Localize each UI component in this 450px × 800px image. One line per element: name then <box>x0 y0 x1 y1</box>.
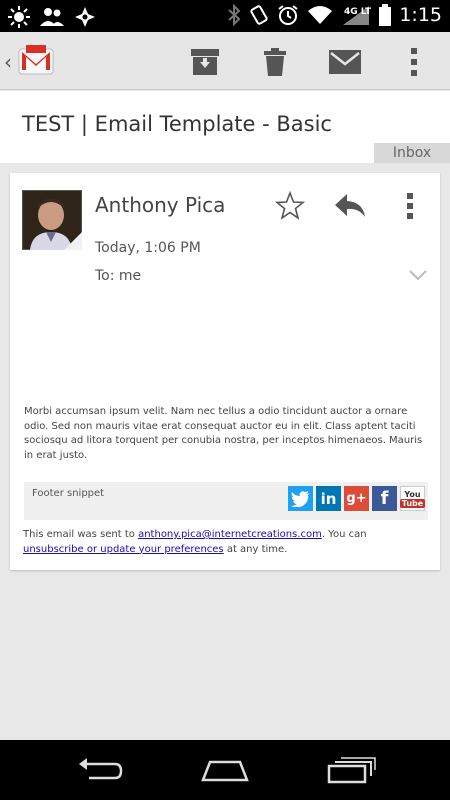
archive-button[interactable] <box>188 45 222 79</box>
back-icon[interactable] <box>75 756 125 784</box>
message-overflow-icon[interactable] <box>400 191 420 221</box>
unsubscribe-link[interactable]: unsubscribe or update your preferences <box>23 544 224 555</box>
message-card: Anthony Pica Today, 1:06 PM To: me Morbi… <box>10 173 440 570</box>
twitter-icon[interactable] <box>288 486 313 511</box>
delete-icon <box>264 48 286 76</box>
navigation-bar <box>0 740 450 800</box>
wifi-icon <box>308 6 333 24</box>
delete-button[interactable] <box>258 45 292 79</box>
label-bar: Inbox <box>0 143 450 163</box>
avatar[interactable] <box>22 190 82 250</box>
overflow-menu-button[interactable] <box>397 45 431 79</box>
facebook-icon[interactable]: f <box>372 486 397 511</box>
home-icon[interactable] <box>200 756 250 784</box>
clock: 1:15 <box>399 4 442 26</box>
archive-icon <box>191 49 219 75</box>
recent-apps-icon[interactable] <box>327 756 377 784</box>
avatar-photo <box>22 190 82 250</box>
googleplus-icon[interactable]: g+ <box>344 486 369 511</box>
mark-unread-icon <box>329 50 361 74</box>
back-chevron-icon[interactable]: ‹ <box>4 50 12 74</box>
reply-icon[interactable] <box>333 191 367 221</box>
youtube-you: You <box>404 489 421 499</box>
inbox-label[interactable]: Inbox <box>374 143 450 163</box>
message-date: Today, 1:06 PM <box>95 240 201 256</box>
linkedin-icon[interactable]: in <box>316 486 341 511</box>
bluetooth-icon <box>228 4 241 26</box>
footer-snippet: Footer snippet in g+ f You Tube <box>24 482 428 520</box>
youtube-tube: Tube <box>399 498 426 508</box>
email-subject: TEST | Email Template - Basic <box>22 112 332 136</box>
footer-snippet-label: Footer snippet <box>32 488 105 499</box>
gmail-logo[interactable] <box>18 42 54 78</box>
status-bar: 4G LTE 1:15 <box>0 0 450 32</box>
youtube-icon[interactable]: You Tube <box>399 486 426 511</box>
recipient-line: To: me <box>95 268 142 284</box>
message-body: Morbi accumsan ipsum velit. Nam nec tell… <box>24 406 423 461</box>
overflow-icon <box>411 48 417 76</box>
photo-icon <box>75 7 95 27</box>
legal-notice: This email was sent to anthony.pica@inte… <box>23 529 367 555</box>
svg-text:4G LTE: 4G LTE <box>344 7 371 17</box>
battery-icon <box>379 4 392 26</box>
alarm-icon <box>278 5 298 25</box>
people-icon <box>40 8 64 26</box>
action-bar: ‹ <box>0 32 450 90</box>
email-address-link[interactable]: anthony.pica@internetcreations.com <box>138 529 322 540</box>
mark-unread-button[interactable] <box>328 45 362 79</box>
star-icon[interactable] <box>275 191 305 221</box>
brightness-icon <box>8 6 30 28</box>
signal-icon: 4G LTE <box>343 6 371 25</box>
sender-name[interactable]: Anthony Pica <box>95 193 225 217</box>
chevron-down-icon[interactable] <box>408 268 428 282</box>
vibrate-icon <box>250 5 268 25</box>
